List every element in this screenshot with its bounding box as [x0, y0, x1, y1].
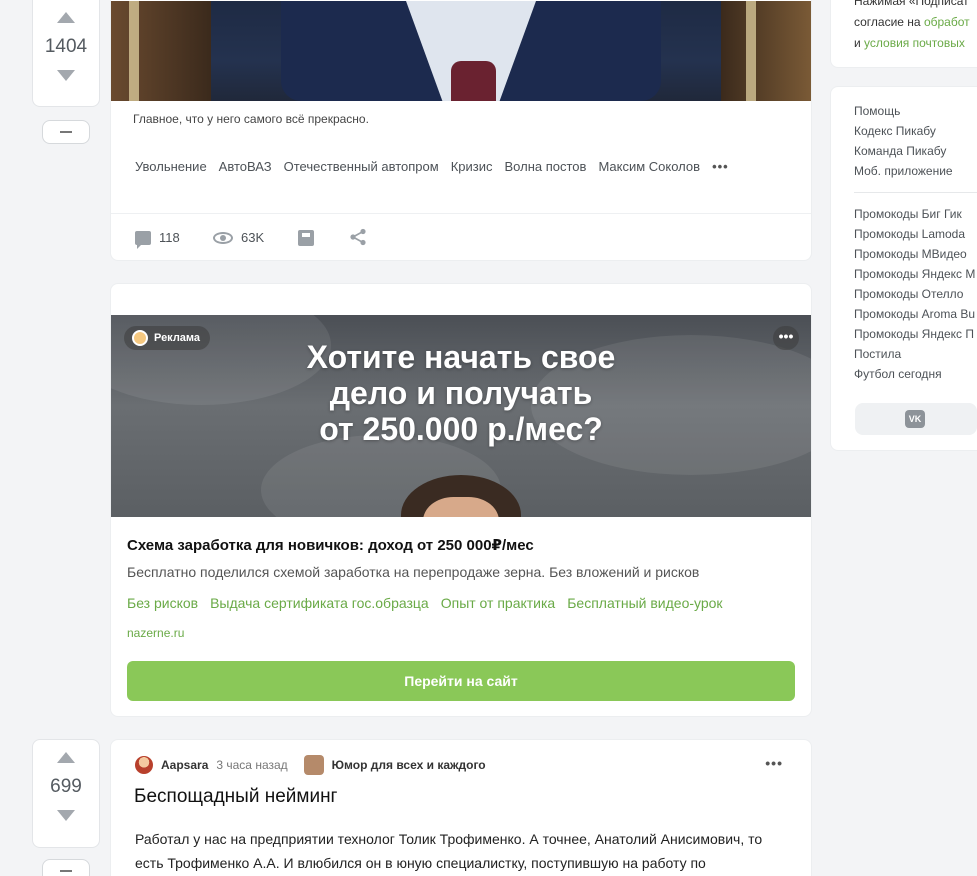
tag[interactable]: Максим Соколов	[598, 159, 700, 174]
comments-button[interactable]: 118	[135, 230, 180, 249]
views-stat: 63K	[213, 230, 264, 245]
author-name[interactable]: Aapsara	[161, 758, 208, 772]
divider	[854, 192, 977, 193]
notice-text: Нажимая «Подписат	[854, 0, 969, 8]
ad-links: Без рисков Выдача сертификата гос.образц…	[127, 595, 723, 611]
body-line: Работал у нас на предприятии технолог То…	[135, 831, 763, 847]
promo-link[interactable]: Промокоды Lamoda	[831, 224, 977, 244]
tag[interactable]: Отечественный автопром	[284, 159, 439, 174]
share-icon	[350, 228, 366, 246]
tag[interactable]: Волна постов	[505, 159, 587, 174]
post1-tags: Увольнение АвтоВАЗ Отечественный автопро…	[135, 159, 729, 174]
ad-more-button[interactable]: •••	[773, 326, 799, 350]
ad-headline-line: от 250.000 р./мес?	[319, 411, 603, 447]
team-link[interactable]: Команда Пикабу	[831, 141, 977, 161]
comment-icon	[135, 230, 151, 249]
save-button[interactable]	[298, 230, 314, 246]
downvote-arrow-icon[interactable]	[57, 810, 75, 821]
post2-card: Aapsara 3 часа назад Юмор для всех и каж…	[110, 739, 812, 876]
post1-hide-button[interactable]	[42, 120, 90, 144]
ad-banner-image[interactable]: Хотите начать свое дело и получать от 25…	[111, 315, 811, 517]
post1-vote-panel: 1404	[32, 0, 100, 107]
ad-badge: Реклама	[124, 326, 211, 350]
subscribe-notice: Нажимая «Подписат согласие на обработ и …	[830, 0, 977, 68]
vk-button[interactable]: VK	[855, 403, 977, 435]
tag[interactable]: АвтоВАЗ	[219, 159, 272, 174]
promo-link[interactable]: Промокоды МВидео	[831, 244, 977, 264]
help-link[interactable]: Помощь	[831, 101, 977, 121]
post1-rating: 1404	[44, 36, 88, 57]
vk-icon: VK	[905, 410, 925, 428]
promo-link[interactable]: Промокоды Отелло	[831, 284, 977, 304]
tag[interactable]: Кризис	[451, 159, 493, 174]
promo-link[interactable]: Промокоды Яндекс М	[831, 264, 977, 284]
mail-terms-link[interactable]: условия почтовых	[864, 36, 965, 50]
ad-badge-label: Реклама	[154, 332, 201, 344]
ad-link[interactable]: Бесплатный видео-урок	[567, 595, 722, 611]
ad-badge-icon	[132, 330, 148, 346]
post2-rating: 699	[50, 776, 82, 797]
football-link[interactable]: Футбол сегодня	[831, 364, 977, 384]
body-line: есть Трофименко А.А. И влюбился он в юну…	[135, 855, 706, 871]
post1-caption: Главное, что у него самого всё прекрасно…	[133, 112, 369, 126]
tag[interactable]: Увольнение	[135, 159, 207, 174]
post2-vote-panel: 699	[32, 739, 100, 848]
post2-header: Aapsara 3 часа назад Юмор для всех и каж…	[135, 755, 486, 775]
community-name[interactable]: Юмор для всех и каждого	[332, 758, 486, 772]
upvote-arrow-icon[interactable]	[57, 752, 75, 763]
ad-link[interactable]: Выдача сертификата гос.образца	[210, 595, 429, 611]
share-button[interactable]	[349, 228, 367, 246]
author-avatar[interactable]	[135, 756, 153, 774]
ad-go-to-site-button[interactable]: Перейти на сайт	[127, 661, 795, 701]
sidebar-links: Помощь Кодекс Пикабу Команда Пикабу Моб.…	[830, 86, 977, 451]
post1-image	[111, 1, 811, 101]
promo-link[interactable]: Промокоды Aroma Bu	[831, 304, 977, 324]
processing-consent-link[interactable]: обработ	[924, 15, 970, 29]
comments-count: 118	[159, 230, 180, 245]
post1-card: Главное, что у него самого всё прекрасно…	[110, 0, 812, 261]
promo-link[interactable]: Промокоды Биг Гик	[831, 204, 977, 224]
post2-more-button[interactable]: •••	[765, 755, 783, 771]
ad-link[interactable]: Без рисков	[127, 595, 198, 611]
downvote-arrow-icon[interactable]	[57, 70, 75, 81]
post1-footer: 118 63K	[111, 213, 811, 261]
notice-text: и	[854, 36, 865, 50]
post-time: 3 часа назад	[216, 758, 288, 772]
ad-headline: Хотите начать свое дело и получать от 25…	[111, 339, 811, 447]
save-icon	[298, 230, 314, 246]
notice-text: согласие на	[854, 15, 924, 29]
ad-card: Хотите начать свое дело и получать от 25…	[110, 283, 812, 717]
mobile-app-link[interactable]: Моб. приложение	[831, 161, 977, 181]
upvote-arrow-icon[interactable]	[57, 12, 75, 23]
post2-body: Работал у нас на предприятии технолог То…	[135, 827, 775, 875]
post2-hide-button[interactable]	[42, 859, 90, 876]
views-count: 63K	[241, 230, 265, 245]
ad-title[interactable]: Схема заработка для новичков: доход от 2…	[127, 536, 534, 554]
eye-icon	[213, 231, 233, 244]
ad-headline-line: дело и получать	[329, 375, 593, 411]
code-link[interactable]: Кодекс Пикабу	[831, 121, 977, 141]
promo-link[interactable]: Промокоды Яндекс П	[831, 324, 977, 344]
community-avatar[interactable]	[303, 755, 324, 775]
ad-headline-line: Хотите начать свое	[306, 339, 616, 375]
postila-link[interactable]: Постила	[831, 344, 977, 364]
tags-more-button[interactable]: •••	[712, 159, 729, 174]
ad-link[interactable]: Опыт от практика	[441, 595, 556, 611]
post2-title[interactable]: Беспощадный нейминг	[134, 786, 338, 808]
ad-description: Бесплатно поделился схемой заработка на …	[127, 564, 700, 580]
ad-domain-link[interactable]: nazerne.ru	[127, 626, 184, 640]
